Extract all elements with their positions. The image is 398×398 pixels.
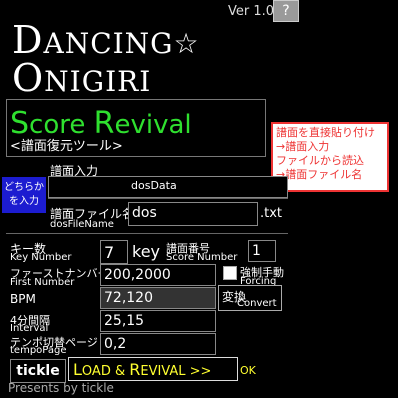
bpm-label: BPM <box>10 292 36 306</box>
load-letter-l: L <box>73 360 82 379</box>
logo-letter-o: O <box>12 56 45 100</box>
help-note: 譜面を直接貼り付け →譜面入力 ファイルから読込 →譜面ファイル名 <box>271 122 389 192</box>
divider <box>48 198 288 199</box>
tempo-page-sublabel: tempoPage <box>10 345 67 356</box>
choice-line-2: を入力 <box>9 196 39 207</box>
first-number-field[interactable]: 200,2000 <box>100 264 216 286</box>
score-number-field[interactable]: 1 <box>248 240 276 262</box>
key-unit-label: key <box>132 242 161 261</box>
star-icon: ☆ <box>173 27 200 60</box>
note-line-3: ファイルから読込 <box>276 154 364 167</box>
tempo-page-field[interactable]: 0,2 <box>100 333 216 355</box>
choice-line-1: どちらか <box>4 182 44 193</box>
score-number-sublabel: Score Number <box>166 252 238 263</box>
note-line-2: →譜面入力 <box>276 140 330 153</box>
presents-credit: Presents by tickle <box>8 381 114 395</box>
convert-sublabel: Convert <box>237 298 277 309</box>
title-text-evival: evival <box>114 110 192 140</box>
key-number-sublabel: Key Number <box>10 252 72 263</box>
note-line-4: →譜面ファイル名 <box>276 168 363 181</box>
input-choice-badge: どちらか を入力 <box>2 177 46 213</box>
load-text-oad: OAD & <box>81 364 130 379</box>
forcing-checkbox[interactable] <box>223 266 237 280</box>
convert-button[interactable]: 変換 Convert <box>218 285 282 311</box>
divider <box>6 233 288 234</box>
load-letter-r: R <box>129 360 141 379</box>
interval-field[interactable]: 25,15 <box>100 310 216 332</box>
key-number-field[interactable]: 7 <box>100 240 128 264</box>
note-line-1: 譜面を直接貼り付け <box>276 126 375 139</box>
load-revival-button[interactable]: LOAD & REVIVAL >> <box>68 357 238 381</box>
interval-sublabel: Interval <box>10 323 49 334</box>
file-extension-label: .txt <box>260 206 283 221</box>
bpm-field[interactable]: 72,120 <box>100 287 216 309</box>
score-file-field[interactable]: dos <box>128 202 258 226</box>
score-file-sublabel: dosFileName <box>50 219 114 230</box>
page-subtitle: <譜面復元ツール> <box>10 139 123 154</box>
first-number-sublabel: First Number <box>10 277 75 288</box>
ok-label: OK <box>240 364 256 377</box>
help-button[interactable]: ? <box>273 0 299 22</box>
score-input-field[interactable]: dosData <box>48 176 288 198</box>
tickle-button[interactable]: tickle <box>10 359 66 383</box>
load-text-evival: EVIVAL >> <box>140 364 212 379</box>
logo-text-nigiri: NIGIRI <box>44 65 152 98</box>
